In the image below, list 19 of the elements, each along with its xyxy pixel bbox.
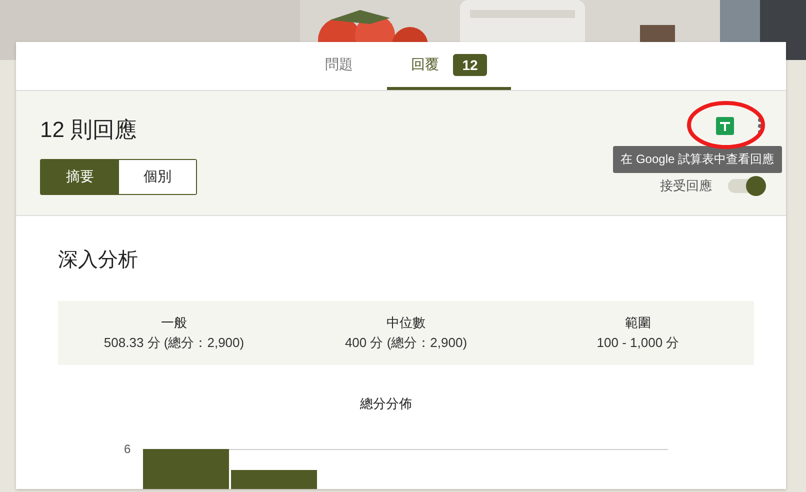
spreadsheet-icon[interactable]	[716, 116, 734, 134]
stat-label: 範圍	[625, 314, 651, 332]
view-toggle-button[interactable]: 個別	[118, 160, 196, 194]
responses-title: 12 則回應	[40, 116, 138, 144]
more-icon[interactable]	[758, 116, 762, 134]
stat-label: 一般	[161, 314, 187, 332]
stat-value: 508.33 分 (總分：2,900)	[102, 334, 246, 352]
count-badge: 12	[453, 54, 487, 76]
tooltip: 在 Google 試算表中查看回應	[612, 146, 782, 173]
chart-title: 總分分佈	[359, 395, 413, 413]
stat-value: 400 分 (總分：2,900)	[344, 334, 468, 352]
accept-label: 接受回應	[660, 177, 712, 195]
tab[interactable]: 問題	[301, 42, 378, 90]
view-toggle-button[interactable]: 摘要	[41, 160, 118, 194]
stat-label: 中位數	[386, 314, 426, 332]
toggle-switch[interactable]	[728, 179, 764, 193]
axis-tick-label: 6	[124, 442, 131, 456]
section-title: 深入分析	[58, 248, 139, 273]
stat-value: 100 - 1,000 分	[596, 334, 680, 352]
